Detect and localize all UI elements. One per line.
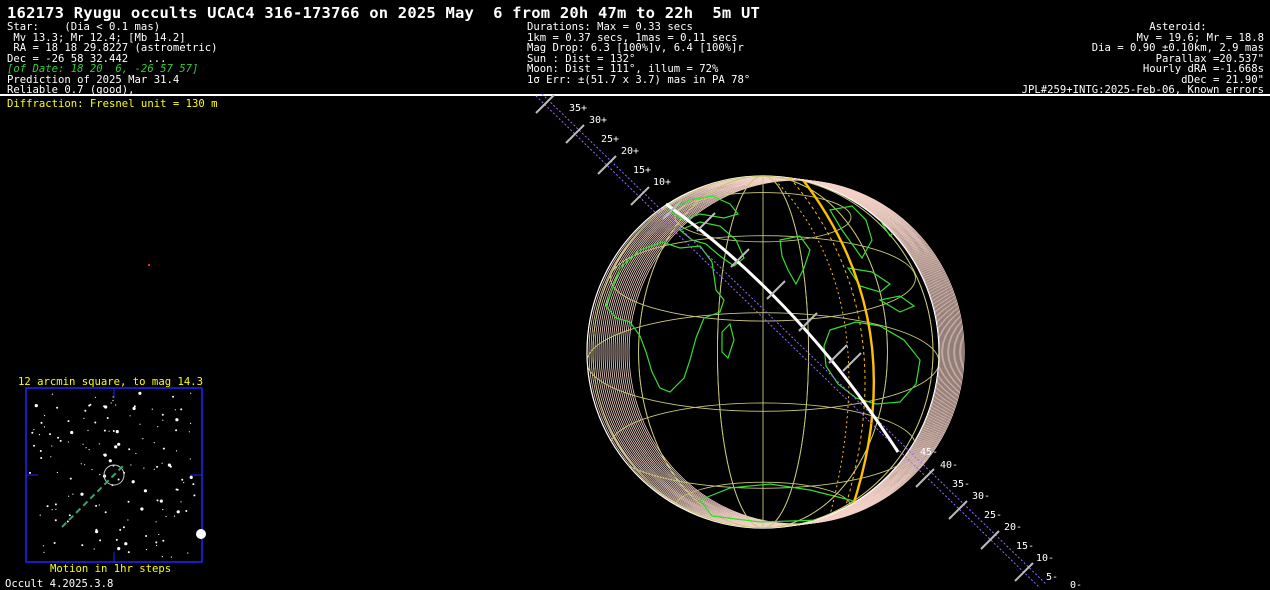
red-marker-layer — [148, 264, 150, 266]
red-marker — [148, 264, 150, 266]
